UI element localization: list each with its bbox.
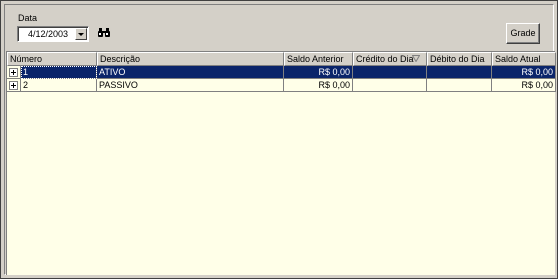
cell-saldo-anterior[interactable]: R$ 0,00 <box>284 66 353 79</box>
column-header-credito-do-dia[interactable]: Crédito do Dia <box>353 52 427 66</box>
cell-credito-do-dia[interactable] <box>353 66 427 79</box>
table-row[interactable]: 2 PASSIVO R$ 0,00 R$ 0,00 <box>7 79 556 92</box>
accounts-grid: Número Descrição Saldo Anterior Crédito … <box>6 51 556 275</box>
date-picker[interactable]: 4/12/2003 <box>17 26 89 42</box>
binoculars-icon[interactable] <box>97 28 111 38</box>
chevron-down-icon[interactable] <box>75 28 87 40</box>
sort-descending-icon <box>412 55 420 62</box>
date-label: Data <box>18 13 38 23</box>
column-header-saldo-atual[interactable]: Saldo Atual <box>492 52 556 66</box>
plus-box-icon[interactable] <box>9 81 18 90</box>
cell-descricao[interactable]: PASSIVO <box>97 79 284 92</box>
cell-descricao[interactable]: ATIVO <box>97 66 284 79</box>
date-value[interactable]: 4/12/2003 <box>28 29 68 39</box>
cell-numero[interactable]: 2 <box>21 79 97 92</box>
column-header-numero[interactable]: Número <box>7 52 97 66</box>
expand-row-button[interactable] <box>7 79 21 92</box>
column-header-credito-label: Crédito do Dia <box>356 54 414 64</box>
cell-debito-do-dia[interactable] <box>427 79 492 92</box>
plus-box-icon[interactable] <box>9 68 18 77</box>
window: Data 4/12/2003 Grade Número Descrição Sa… <box>0 0 558 279</box>
cell-credito-do-dia[interactable] <box>353 79 427 92</box>
cell-saldo-anterior[interactable]: R$ 0,00 <box>284 79 353 92</box>
cell-saldo-atual[interactable]: R$ 0,00 <box>492 66 556 79</box>
grid-header: Número Descrição Saldo Anterior Crédito … <box>7 52 556 66</box>
expand-row-button[interactable] <box>7 66 21 79</box>
cell-debito-do-dia[interactable] <box>427 66 492 79</box>
table-row[interactable]: 1 ATIVO R$ 0,00 R$ 0,00 <box>7 66 556 79</box>
cell-saldo-atual[interactable]: R$ 0,00 <box>492 79 556 92</box>
column-header-saldo-anterior[interactable]: Saldo Anterior <box>284 52 353 66</box>
grade-button[interactable]: Grade <box>506 23 540 44</box>
column-header-debito-do-dia[interactable]: Débito do Dia <box>427 52 492 66</box>
column-header-descricao[interactable]: Descrição <box>97 52 284 66</box>
cell-numero[interactable]: 1 <box>21 66 97 79</box>
